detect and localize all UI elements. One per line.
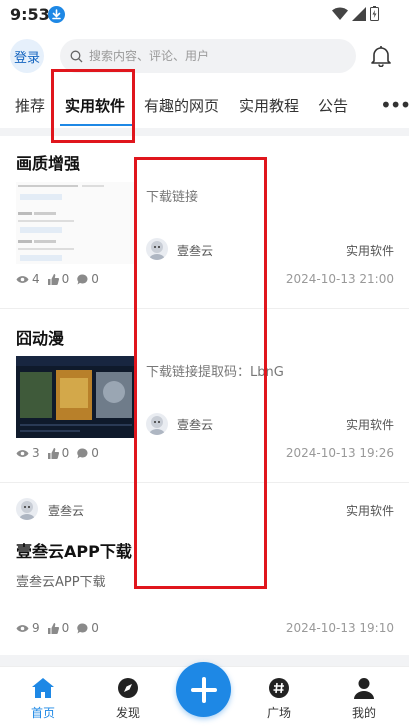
- view-icon: [16, 624, 29, 632]
- more-tabs-icon[interactable]: •••: [380, 95, 409, 115]
- nav-label: 我的: [351, 706, 376, 720]
- user-icon: [354, 678, 374, 699]
- hash-icon: [269, 678, 289, 698]
- post-thumbnail: [16, 182, 136, 264]
- search-input[interactable]: [89, 49, 329, 63]
- bell-icon[interactable]: [371, 45, 391, 67]
- status-bar: 9:53: [0, 0, 409, 30]
- tab-tutorials[interactable]: 实用教程: [239, 95, 299, 116]
- status-icons: [332, 6, 379, 21]
- nav-square[interactable]: 广场: [249, 677, 309, 721]
- post-title: 壹叁云APP下载: [16, 542, 132, 561]
- like-icon[interactable]: [47, 622, 59, 634]
- like-count: 0: [61, 446, 70, 460]
- wifi-icon: [332, 7, 348, 20]
- post-stats: 9 0 0: [16, 621, 107, 635]
- post-stats: 4 0 0: [16, 272, 107, 286]
- download-notification-icon: [48, 6, 65, 23]
- nav-home[interactable]: 首页: [13, 677, 73, 721]
- like-count: 0: [61, 272, 70, 286]
- comment-icon[interactable]: [77, 447, 88, 459]
- compass-icon: [118, 678, 138, 698]
- nav-discover[interactable]: 发现: [98, 677, 158, 721]
- status-time: 9:53: [10, 5, 50, 24]
- post-thumbnail: [16, 356, 136, 438]
- avatar: [16, 498, 38, 520]
- view-count: 4: [32, 272, 40, 286]
- plus-icon: [190, 676, 217, 703]
- tab-announcements[interactable]: 公告: [318, 95, 348, 116]
- comment-icon[interactable]: [77, 273, 88, 285]
- comment-count: 0: [91, 446, 99, 460]
- post-excerpt: 壹叁云APP下载: [16, 575, 106, 590]
- post-category[interactable]: 实用软件: [346, 416, 394, 433]
- tab-recommend[interactable]: 推荐: [15, 95, 45, 116]
- post-category[interactable]: 实用软件: [346, 242, 394, 259]
- view-count: 9: [32, 621, 40, 635]
- post-title: 画质增强: [16, 154, 81, 173]
- post-author[interactable]: 壹叁云: [48, 502, 84, 519]
- nav-label: 发现: [115, 706, 140, 720]
- login-button[interactable]: 登录: [10, 39, 44, 73]
- post-stats: 3 0 0: [16, 446, 107, 460]
- view-icon: [16, 275, 29, 283]
- comment-icon[interactable]: [77, 622, 88, 634]
- nav-label: 广场: [266, 706, 291, 720]
- signal-icon: [352, 6, 366, 21]
- battery-icon: [370, 6, 379, 21]
- highlight-box-tab: [51, 69, 135, 143]
- home-icon: [32, 678, 54, 698]
- post-date: 2024-10-13 19:10: [285, 621, 394, 635]
- search-bar[interactable]: [60, 39, 356, 73]
- post-category[interactable]: 实用软件: [346, 502, 394, 519]
- nav-mine[interactable]: 我的: [334, 677, 394, 721]
- nav-label: 首页: [30, 706, 55, 720]
- like-count: 0: [61, 621, 70, 635]
- highlight-box-links: [134, 157, 267, 589]
- tab-interesting-webpages[interactable]: 有趣的网页: [144, 95, 219, 116]
- view-icon: [16, 449, 29, 457]
- like-icon[interactable]: [47, 447, 59, 459]
- search-icon: [70, 50, 83, 62]
- view-count: 3: [32, 446, 40, 460]
- comment-count: 0: [91, 272, 99, 286]
- like-icon[interactable]: [47, 273, 59, 285]
- post-date: 2024-10-13 19:26: [285, 446, 394, 460]
- post-date: 2024-10-13 21:00: [285, 272, 394, 286]
- post-title: 囧动漫: [16, 329, 65, 348]
- comment-count: 0: [91, 621, 99, 635]
- create-post-button[interactable]: [176, 662, 231, 717]
